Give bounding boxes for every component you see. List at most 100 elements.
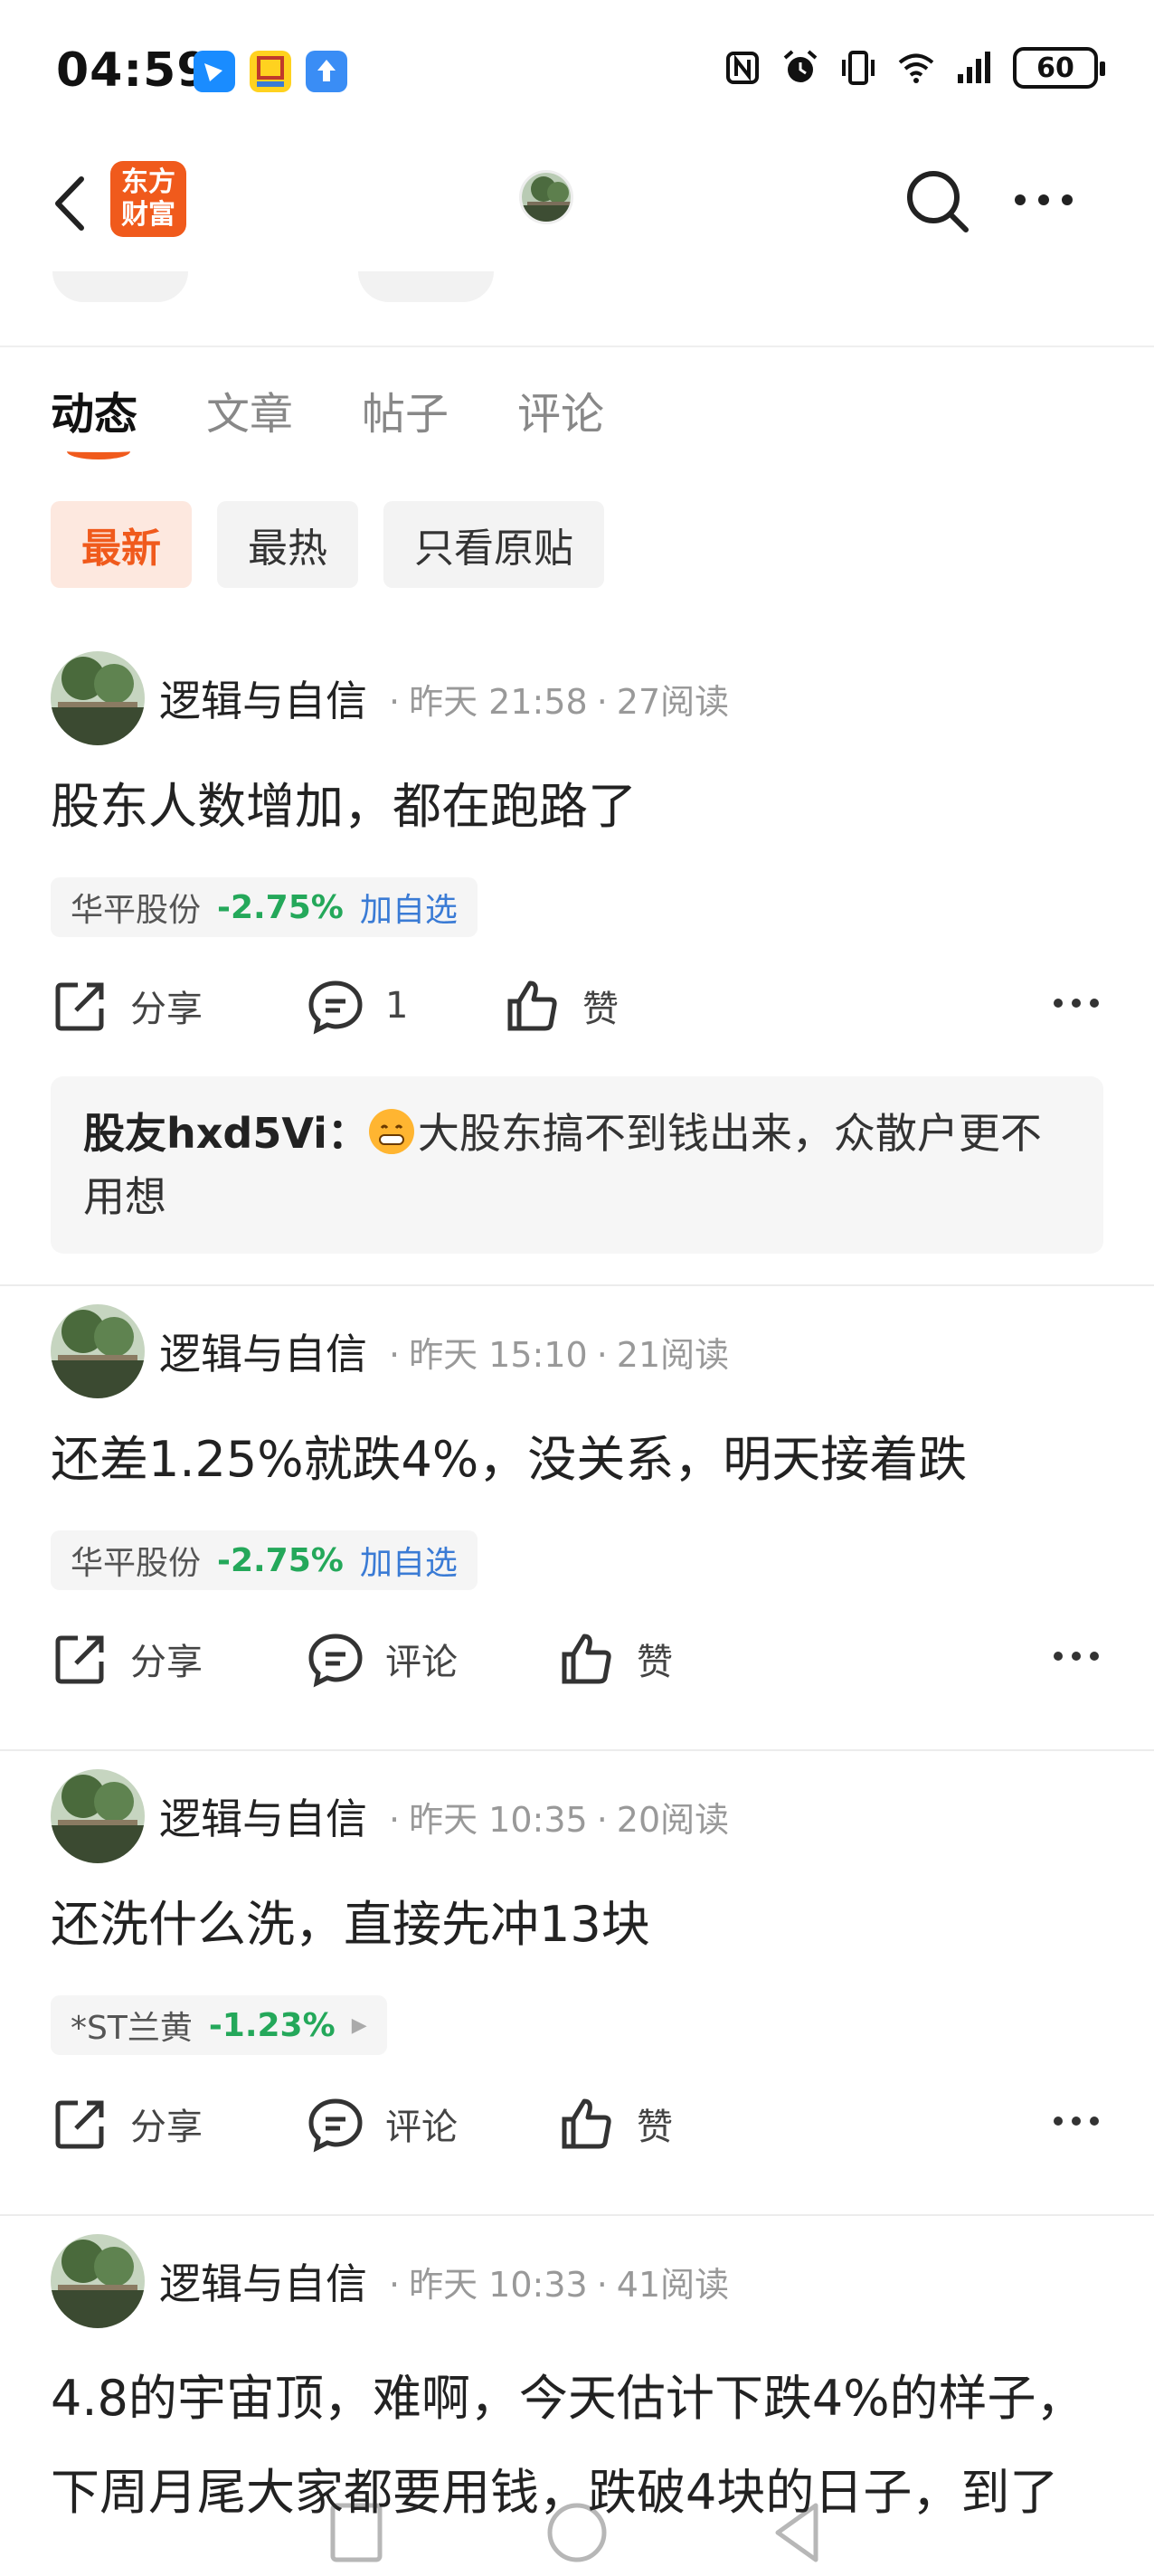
- commenter-name[interactable]: 股友hxd5Vi：: [83, 1109, 369, 1158]
- share-icon: [55, 1635, 104, 1684]
- comment-preview[interactable]: 股友hxd5Vi： 大股东搞不到钱出来，众散户更不用想: [51, 1076, 1103, 1254]
- share-label: 分享: [130, 2107, 203, 2148]
- tab-articles[interactable]: 文章: [206, 378, 293, 441]
- post-card[interactable]: 逻辑与自信 · 昨天 10:35 · 20阅读 还洗什么洗，直接先冲13块 *ST兰黄…: [0, 1751, 1154, 2216]
- post-more-icon[interactable]: [1049, 980, 1103, 1026]
- post-reads: 41阅读: [616, 2264, 730, 2305]
- stock-tag[interactable]: 华平股份 -2.75% 加自选: [51, 877, 478, 937]
- like-label: 赞: [637, 2107, 673, 2148]
- post-header: 逻辑与自信 · 昨天 15:10 · 21阅读: [51, 1304, 729, 1398]
- share-label: 分享: [130, 989, 203, 1030]
- thumbs-up-icon: [562, 1634, 611, 1684]
- author-avatar[interactable]: [51, 2234, 145, 2328]
- more-options-icon[interactable]: [1007, 177, 1080, 223]
- post-time: 昨天 21:58: [409, 681, 588, 722]
- stock-name: *ST兰黄: [71, 2010, 193, 2047]
- stock-change: -2.75%: [217, 888, 344, 926]
- post-header: 逻辑与自信 · 昨天 21:58 · 27阅读: [51, 651, 729, 745]
- post-text[interactable]: 还差1.25%就跌4%，没关系，明天接着跌: [51, 1424, 1100, 1496]
- tab-dynamics[interactable]: 动态: [51, 378, 137, 459]
- filter-latest[interactable]: 最新: [51, 501, 192, 588]
- post-text[interactable]: 股东人数增加，都在跑路了: [51, 771, 1100, 843]
- comment-count: 1: [385, 985, 409, 1027]
- add-watchlist-link[interactable]: 加自选: [360, 884, 458, 931]
- divider: [0, 346, 1154, 347]
- tab-label: 帖子: [362, 389, 449, 440]
- post-reads: 27阅读: [616, 681, 730, 722]
- back-arrow-icon[interactable]: [49, 172, 94, 235]
- search-icon[interactable]: [901, 165, 973, 237]
- filter-chips: 最新 最热 只看原贴: [51, 501, 604, 588]
- post-actions: 分享 1 赞: [51, 970, 1103, 1042]
- add-watchlist-link[interactable]: 加自选: [360, 1537, 458, 1584]
- recent-apps-icon[interactable]: [320, 2496, 393, 2569]
- tab-label: 文章: [206, 389, 294, 440]
- tab-posts[interactable]: 帖子: [362, 378, 449, 441]
- post-card[interactable]: 逻辑与自信 · 昨天 15:10 · 21阅读 还差1.25%就跌4%，没关系，明天接…: [0, 1286, 1154, 1751]
- comment-icon: [308, 2098, 363, 2153]
- share-button[interactable]: 分享: [51, 970, 203, 1042]
- share-button[interactable]: 分享: [51, 1623, 203, 1695]
- comment-icon: [308, 980, 363, 1035]
- grinning-emoji-icon: [368, 1109, 414, 1154]
- top-nav-bar: 东方 财富: [0, 145, 1154, 262]
- home-icon[interactable]: [541, 2496, 613, 2569]
- comment-button[interactable]: 评论: [306, 1623, 458, 1695]
- stock-name: 华平股份: [71, 892, 202, 929]
- profile-avatar-small[interactable]: [519, 170, 573, 224]
- like-label: 赞: [582, 989, 619, 1030]
- profile-stat-remnant: [358, 271, 494, 302]
- author-name[interactable]: 逻辑与自信: [159, 668, 367, 728]
- share-label: 分享: [130, 1642, 203, 1683]
- comment-button[interactable]: 1: [306, 970, 408, 1042]
- content-tabs: 动态 文章 帖子 评论: [51, 378, 604, 459]
- stock-change: -1.23%: [208, 2006, 336, 2044]
- comment-label: 评论: [385, 2107, 458, 2148]
- post-meta: · 昨天 15:10 · 21阅读: [389, 1334, 730, 1375]
- filter-hottest[interactable]: 最热: [217, 501, 358, 588]
- like-button[interactable]: 赞: [557, 1623, 673, 1695]
- filter-original-only[interactable]: 只看原贴: [383, 501, 604, 588]
- post-feed: 逻辑与自信 · 昨天 21:58 · 27阅读 股东人数增加，都在跑路了 华平股份 -…: [0, 633, 1154, 2576]
- thumbs-up-icon: [507, 980, 557, 1031]
- battery-indicator: 60: [1013, 47, 1105, 89]
- author-avatar[interactable]: [51, 1304, 145, 1398]
- author-avatar[interactable]: [51, 1769, 145, 1863]
- stock-tag[interactable]: *ST兰黄 -1.23% ▶: [51, 1995, 387, 2055]
- feishu-icon: [194, 51, 235, 92]
- post-header: 逻辑与自信 · 昨天 10:35 · 20阅读: [51, 1769, 729, 1863]
- share-button[interactable]: 分享: [51, 2088, 203, 2160]
- signal-icon: [958, 52, 990, 83]
- post-meta: · 昨天 10:35 · 20阅读: [389, 1799, 730, 1840]
- share-icon: [55, 982, 104, 1031]
- comment-button[interactable]: 评论: [306, 2088, 458, 2160]
- author-avatar[interactable]: [51, 651, 145, 745]
- tab-comments[interactable]: 评论: [517, 378, 604, 441]
- post-reads: 20阅读: [616, 1799, 730, 1840]
- post-time: 昨天 10:35: [409, 1799, 588, 1840]
- eastmoney-logo[interactable]: 东方 财富: [110, 161, 186, 237]
- system-navigation-bar: [0, 2496, 1154, 2576]
- stock-tag[interactable]: 华平股份 -2.75% 加自选: [51, 1530, 478, 1590]
- post-more-icon[interactable]: [1049, 1634, 1103, 1679]
- author-name[interactable]: 逻辑与自信: [159, 2251, 367, 2311]
- post-reads: 21阅读: [616, 1334, 730, 1375]
- thumbs-up-icon: [562, 2098, 611, 2149]
- post-text[interactable]: 还洗什么洗，直接先冲13块: [51, 1889, 1100, 1961]
- back-icon[interactable]: [761, 2496, 834, 2569]
- stock-change: -2.75%: [217, 1541, 344, 1579]
- like-button[interactable]: 赞: [557, 2088, 673, 2160]
- chevron-right-icon: ▶: [351, 2013, 367, 2037]
- like-button[interactable]: 赞: [503, 970, 619, 1042]
- upload-app-icon: [306, 51, 347, 92]
- stock-name: 华平股份: [71, 1545, 202, 1582]
- post-card[interactable]: 逻辑与自信 · 昨天 21:58 · 27阅读 股东人数增加，都在跑路了 华平股份 -…: [0, 633, 1154, 1286]
- post-meta: · 昨天 21:58 · 27阅读: [389, 681, 730, 722]
- post-more-icon[interactable]: [1049, 2098, 1103, 2144]
- comment-label: 评论: [385, 1642, 458, 1683]
- tab-label: 评论: [517, 389, 605, 440]
- author-name[interactable]: 逻辑与自信: [159, 1321, 367, 1381]
- vibrate-icon: [842, 51, 875, 85]
- author-name[interactable]: 逻辑与自信: [159, 1786, 367, 1846]
- post-time: 昨天 10:33: [409, 2264, 588, 2305]
